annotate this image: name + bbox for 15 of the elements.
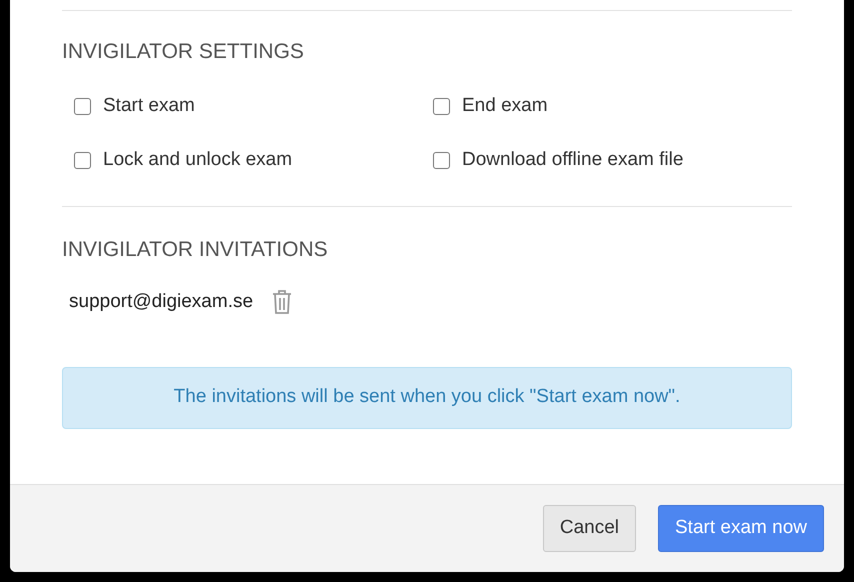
checkbox-label: Download offline exam file	[462, 148, 684, 172]
checkbox-label: End exam	[462, 94, 548, 118]
section-heading: INVIGILATOR SETTINGS	[62, 41, 305, 62]
checkbox[interactable]	[433, 152, 450, 168]
trash-icon[interactable]	[271, 289, 294, 316]
info-alert: The invitations will be sent when you click "Start exam now".	[62, 366, 792, 428]
checkbox-label: Lock and unlock exam	[103, 148, 292, 172]
section-heading: INVIGILATOR INVITATIONS	[62, 239, 329, 260]
checkbox[interactable]	[433, 98, 450, 114]
start-button[interactable]: Start exam now	[658, 505, 824, 552]
invitation-email: support@digiexam.se	[69, 290, 254, 314]
checkbox-label: Start exam	[103, 94, 195, 118]
cancel-button[interactable]: Cancel	[542, 505, 636, 552]
checkbox[interactable]	[74, 152, 91, 168]
checkbox[interactable]	[74, 98, 91, 114]
